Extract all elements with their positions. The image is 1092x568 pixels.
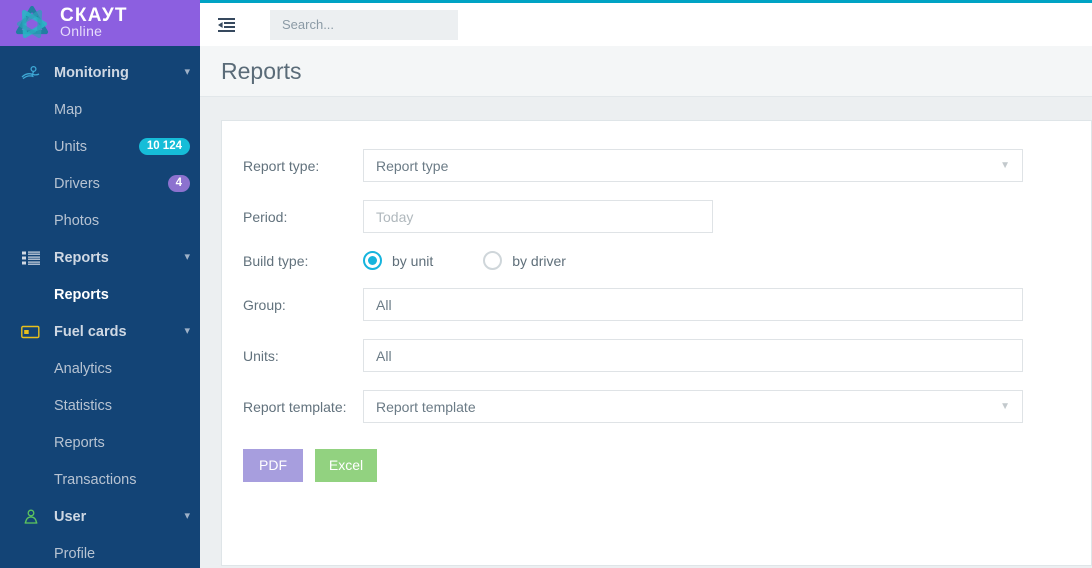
brand-subtitle: Online	[60, 24, 128, 38]
sidebar-item-label: Statistics	[54, 398, 190, 414]
radio-dot-icon	[483, 251, 502, 270]
build-type-label: Build type:	[222, 253, 363, 269]
export-button-row: PDF Excel	[222, 449, 1091, 482]
radio-by-unit-label: by unit	[392, 253, 433, 269]
sidebar-group-label: Reports	[54, 250, 184, 266]
radio-by-driver-label: by driver	[512, 253, 566, 269]
sidebar-group-fuel-cards[interactable]: Fuel cards ▾	[0, 313, 200, 350]
sidebar-item-label: Units	[54, 139, 139, 155]
page-title: Reports	[221, 58, 302, 85]
fuel-card-icon	[20, 323, 42, 341]
radio-by-driver[interactable]: by driver	[483, 251, 566, 270]
group-label: Group:	[222, 297, 363, 313]
sidebar-item-label: Analytics	[54, 361, 190, 377]
sidebar-group-reports[interactable]: Reports ▾	[0, 239, 200, 276]
units-value: All	[376, 348, 392, 364]
sidebar-item-units[interactable]: Units 10 124	[0, 128, 200, 165]
period-input[interactable]	[363, 200, 713, 233]
sidebar-item-analytics[interactable]: Analytics	[0, 350, 200, 387]
sidebar-group-label: User	[54, 509, 184, 525]
chevron-down-icon[interactable]: ▾	[184, 511, 190, 522]
field-row-report-template: Report template: Report template ▼	[222, 390, 1091, 423]
sidebar-item-label: Transactions	[54, 472, 190, 488]
content-area: Report type: Report type ▼ Period:	[200, 97, 1092, 568]
topbar	[200, 3, 1092, 46]
sidebar-nav: Monitoring ▾ Map Units 10 124 Drivers 4 …	[0, 46, 200, 568]
sidebar-item-profile[interactable]: Profile	[0, 535, 200, 568]
field-row-report-type: Report type: Report type ▼	[222, 149, 1091, 182]
report-template-select[interactable]: Report template ▼	[363, 390, 1023, 423]
sidebar-item-statistics[interactable]: Statistics	[0, 387, 200, 424]
units-label: Units:	[222, 348, 363, 364]
app-root: СКАУТ Online Monitoring	[0, 0, 1092, 568]
sidebar-group-label: Monitoring	[54, 65, 184, 81]
main-area: Reports Report type: Report type ▼ Perio…	[200, 0, 1092, 568]
sidebar-group-label: Fuel cards	[54, 324, 184, 340]
report-type-value: Report type	[376, 158, 448, 174]
chevron-down-icon[interactable]: ▾	[184, 252, 190, 263]
pdf-button[interactable]: PDF	[243, 449, 303, 482]
triangle-knot-logo-icon	[12, 3, 52, 43]
chevron-down-icon[interactable]: ▾	[184, 326, 190, 337]
list-reports-icon	[20, 249, 42, 267]
field-row-build-type: Build type: by unit by driver	[222, 251, 1091, 270]
sidebar-group-monitoring[interactable]: Monitoring ▾	[0, 54, 200, 91]
sidebar-item-photos[interactable]: Photos	[0, 202, 200, 239]
sidebar-group-user[interactable]: User ▾	[0, 498, 200, 535]
report-template-label: Report template:	[222, 399, 363, 415]
sidebar-item-label: Map	[54, 102, 190, 118]
report-template-value: Report template	[376, 399, 476, 415]
chevron-down-icon: ▼	[1000, 161, 1010, 171]
drivers-badge: 4	[168, 175, 190, 193]
units-select[interactable]: All	[363, 339, 1023, 372]
sidebar-item-label: Photos	[54, 213, 190, 229]
collapse-sidebar-icon[interactable]	[218, 18, 235, 32]
radio-by-unit[interactable]: by unit	[363, 251, 433, 270]
group-value: All	[376, 297, 392, 313]
page-title-bar: Reports	[200, 46, 1092, 97]
field-row-group: Group: All	[222, 288, 1091, 321]
group-select[interactable]: All	[363, 288, 1023, 321]
sidebar-item-label: Drivers	[54, 176, 168, 192]
excel-button[interactable]: Excel	[315, 449, 377, 482]
user-person-icon	[20, 508, 42, 526]
chevron-down-icon[interactable]: ▾	[184, 67, 190, 78]
report-type-label: Report type:	[222, 158, 363, 174]
units-badge: 10 124	[139, 138, 190, 156]
brand-header[interactable]: СКАУТ Online	[0, 0, 200, 46]
chevron-down-icon: ▼	[1000, 402, 1010, 412]
sidebar-item-reports[interactable]: Reports	[0, 276, 200, 313]
build-type-radio-group: by unit by driver	[363, 251, 1071, 270]
sidebar-item-label: Reports	[54, 435, 190, 451]
field-row-period: Period:	[222, 200, 1091, 233]
sidebar-item-transactions[interactable]: Transactions	[0, 461, 200, 498]
report-type-select[interactable]: Report type ▼	[363, 149, 1023, 182]
satellite-monitoring-icon	[20, 64, 42, 82]
report-form-card: Report type: Report type ▼ Period:	[221, 120, 1092, 566]
sidebar-item-label: Reports	[54, 287, 190, 303]
sidebar: СКАУТ Online Monitoring	[0, 0, 200, 568]
field-row-units: Units: All	[222, 339, 1091, 372]
period-label: Period:	[222, 209, 363, 225]
radio-dot-icon	[363, 251, 382, 270]
search-input[interactable]	[270, 10, 458, 40]
sidebar-item-map[interactable]: Map	[0, 91, 200, 128]
sidebar-item-label: Profile	[54, 546, 190, 562]
sidebar-item-fuel-reports[interactable]: Reports	[0, 424, 200, 461]
sidebar-item-drivers[interactable]: Drivers 4	[0, 165, 200, 202]
